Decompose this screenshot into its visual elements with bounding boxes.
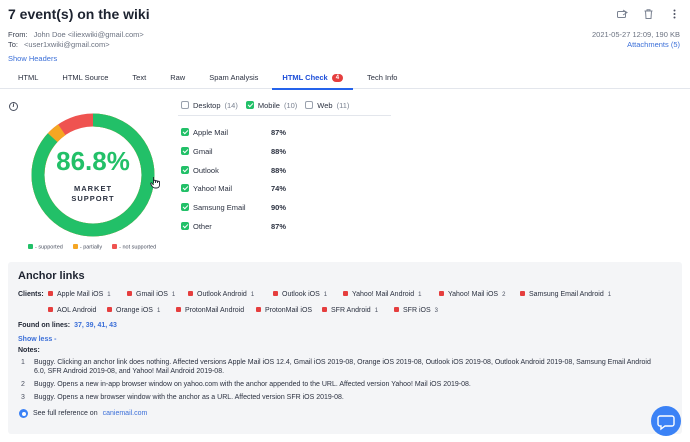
note-item: 3 Buggy. Opens a new browser window with … [21,394,344,401]
show-less-link[interactable]: Show less - [18,336,57,343]
forward-icon[interactable] [616,8,628,20]
legend-supported: - supported [28,244,63,251]
filter-desktop[interactable]: Desktop (14) [181,101,238,110]
from-label: From: [8,30,28,39]
outlook-checkbox[interactable] [181,166,189,174]
client-row-gmail[interactable]: Gmail 88% [181,147,286,156]
client-chip: ProtonMail Android [176,307,248,314]
from-value: John Doe <iliexwiki@gmail.com> [33,30,144,39]
tab-bar: HTML HTML Source Text Raw Spam Analysis … [0,67,690,90]
tab-raw[interactable]: Raw [160,67,195,89]
client-row-apple-mail[interactable]: Apple Mail 87% [181,128,286,137]
other-checkbox[interactable] [181,222,189,230]
donut-legend: - supported - partially - not supported [28,244,156,251]
mobile-checkbox[interactable] [245,101,254,109]
client-chip: Yahoo! Mail Android 1 [343,291,421,298]
client-chip: SFR iOS 3 [394,307,438,314]
legend-not-supported: - not supported [112,244,156,251]
header-actions [616,8,680,20]
attachments-link[interactable]: Attachments (5) [627,40,680,49]
show-headers-link[interactable]: Show Headers [8,54,57,63]
client-chip: AOL Android [48,307,100,314]
caniemail-link[interactable]: caniemail.com [103,410,148,417]
more-icon[interactable] [668,8,680,20]
email-subject-title: 7 event(s) on the wiki [8,6,150,22]
tab-html-check[interactable]: HTML Check 4 [272,67,353,90]
client-chip: Outlook Android 1 [188,291,254,298]
from-line: From: John Doe <iliexwiki@gmail.com> [8,30,144,39]
to-line: To: <user1xwiki@gmail.com> [8,40,110,49]
anchor-links-title: Anchor links [18,270,85,282]
hand-cursor-icon [150,176,161,192]
tab-spam-analysis[interactable]: Spam Analysis [199,67,268,89]
apple-mail-checkbox[interactable] [181,128,189,136]
web-checkbox[interactable] [305,101,314,109]
clients-label: Clients: [18,291,44,298]
support-percent: 86.8% [56,146,130,176]
info-icon[interactable]: i [9,102,18,111]
filter-mobile[interactable]: Mobile (10) [245,101,297,110]
platform-filters: Desktop (14) Mobile (10) Web (11) [181,101,349,110]
to-value: <user1xwiki@gmail.com> [24,40,110,49]
note-item: 1 Buggy. Clicking an anchor link does not… [21,359,651,375]
tab-html[interactable]: HTML [8,67,48,89]
to-label: To: [8,40,19,49]
found-on-lines: Found on lines: 37, 39, 41, 43 [18,322,117,329]
samsung-email-checkbox[interactable] [181,203,189,211]
client-chip: Yahoo! Mail iOS 2 [439,291,505,298]
desktop-checkbox[interactable] [181,101,189,109]
client-row-samsung-email[interactable]: Samsung Email 90% [181,203,286,212]
tab-text[interactable]: Text [122,67,156,89]
yahoo-mail-checkbox[interactable] [181,184,189,192]
divider [178,115,391,116]
trash-icon[interactable] [642,8,654,20]
gmail-checkbox[interactable] [181,147,189,155]
filter-web[interactable]: Web (11) [305,101,349,110]
tab-html-source[interactable]: HTML Source [52,67,118,89]
legend-partially: - partially [72,244,102,251]
client-row-other[interactable]: Other 87% [181,222,286,231]
full-reference: See full reference on caniemail.com [19,409,147,418]
date-size: 2021-05-27 12:09, 190 KB [592,30,680,39]
client-chip: Gmail iOS 1 [127,291,175,298]
client-chip: Apple Mail iOS 1 [48,291,111,298]
client-chip: Orange iOS 1 [107,307,160,314]
client-chip: Samsung Email Android 1 [520,291,611,298]
client-row-yahoo-mail[interactable]: Yahoo! Mail 74% [181,184,286,193]
tab-tech-info[interactable]: Tech Info [357,67,407,89]
client-chip: ProtonMail iOS [256,307,316,314]
client-chip: SFR Android 1 [322,307,378,314]
line-links[interactable]: 37, 39, 41, 43 [74,322,117,329]
chat-button[interactable] [651,406,681,436]
caniemail-icon [19,409,28,418]
client-chip: Outlook iOS 1 [273,291,327,298]
client-row-outlook[interactable]: Outlook 88% [181,166,286,175]
note-item: 2 Buggy. Opens a new in-app browser windo… [21,381,471,388]
support-label: MARKET SUPPORT [71,184,115,203]
notes-label: Notes: [18,347,40,354]
chat-icon [657,415,675,431]
issue-count-badge: 4 [331,74,344,82]
